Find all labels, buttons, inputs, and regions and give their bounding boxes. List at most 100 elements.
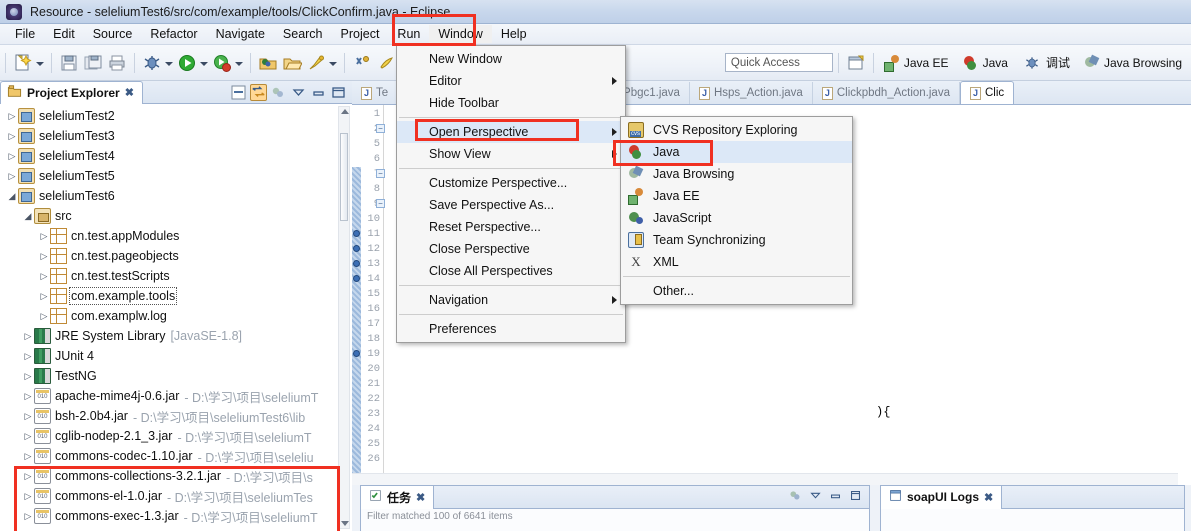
editor-tab[interactable]: Te — [352, 82, 399, 104]
project-tree-scrollbar[interactable] — [338, 106, 350, 529]
new-wizard-icon[interactable] — [13, 53, 33, 73]
breakpoint-marker[interactable] — [353, 350, 360, 357]
perspective-item-java[interactable]: Java — [621, 141, 852, 163]
menu-run[interactable]: Run — [388, 25, 429, 43]
tab-tasks[interactable]: 任务 ✖ — [361, 485, 435, 509]
perspective-item-cvs-repository-exploring[interactable]: CVS Repository Exploring — [621, 119, 852, 141]
tree-item[interactable]: ▷ seleliumTest5 — [0, 166, 352, 186]
breakpoint-marker[interactable] — [353, 230, 360, 237]
project-tree[interactable]: ▷ seleliumTest2 ▷ seleliumTest3 ▷ seleliumTes… — [0, 104, 352, 531]
twisty-icon[interactable]: ▷ — [6, 111, 18, 122]
menu-window[interactable]: Window — [429, 25, 492, 43]
perspective-java[interactable]: Java — [958, 51, 1017, 75]
run-icon[interactable] — [177, 53, 197, 73]
tree-item[interactable]: ▷ com.example.tools — [0, 286, 352, 306]
tree-item[interactable]: ▷ cglib-nodep-2.1_3.jar - D:\学习\项目\seleliu… — [0, 426, 352, 446]
open-perspective-submenu[interactable]: CVS Repository Exploring Java Java Browsin… — [620, 116, 853, 305]
twisty-icon[interactable]: ▷ — [22, 491, 34, 502]
twisty-icon[interactable]: ▷ — [22, 331, 34, 342]
menu-item-editor[interactable]: Editor — [397, 70, 625, 92]
twisty-icon[interactable]: ▷ — [22, 391, 34, 402]
breakpoint-marker[interactable] — [353, 275, 360, 282]
editor-tab[interactable]: Clickpbdh_Action.java — [813, 82, 960, 104]
print-icon[interactable] — [107, 53, 127, 73]
twisty-icon[interactable]: ◢ — [22, 211, 34, 222]
fold-toggle-icon[interactable]: − — [376, 199, 385, 208]
scroll-down-icon[interactable] — [341, 521, 349, 526]
tree-item[interactable]: ▷ commons-collections-3.2.1.jar - D:\学习\项目… — [0, 466, 352, 486]
perspective-java-browsing[interactable]: Java Browsing — [1079, 51, 1191, 75]
maximize-icon[interactable] — [848, 488, 863, 506]
editor-tab-active[interactable]: Clic — [959, 81, 1015, 104]
tree-item[interactable]: ▷ seleliumTest4 — [0, 146, 352, 166]
open-resource-icon[interactable] — [282, 53, 303, 73]
tree-item[interactable]: ▷ bsh-2.0b4.jar - D:\学习\项目\seleliumTest6\l… — [0, 406, 352, 426]
tree-item[interactable]: ▷ cn.test.appModules — [0, 226, 352, 246]
focus-on-active-task-icon[interactable] — [270, 84, 287, 101]
tree-item[interactable]: ▷ apache-mime4j-0.6.jar - D:\学习\项目\seleliu… — [0, 386, 352, 406]
twisty-icon[interactable]: ▷ — [22, 371, 34, 382]
menu-navigate[interactable]: Navigate — [207, 25, 274, 43]
tab-project-explorer[interactable]: Project Explorer ✖ — [0, 80, 143, 104]
run-external-tools-icon[interactable] — [212, 53, 232, 73]
menu-item-show-view[interactable]: Show View — [397, 143, 625, 165]
save-all-icon[interactable] — [83, 53, 103, 73]
debug-dropdown-icon[interactable] — [164, 53, 173, 73]
menu-refactor[interactable]: Refactor — [141, 25, 206, 43]
search-icon[interactable] — [306, 53, 326, 73]
twisty-icon[interactable]: ▷ — [22, 431, 34, 442]
twisty-icon[interactable]: ◢ — [6, 191, 18, 202]
quick-access-input[interactable]: Quick Access — [724, 53, 833, 72]
scroll-up-icon[interactable] — [341, 109, 349, 114]
tree-item[interactable]: ▷ cn.test.testScripts — [0, 266, 352, 286]
tree-item[interactable]: ◢ seleliumTest6 — [0, 186, 352, 206]
menu-item-hide-toolbar[interactable]: Hide Toolbar — [397, 92, 625, 114]
menu-edit[interactable]: Edit — [44, 25, 84, 43]
editor-horizontal-scrollbar[interactable] — [352, 473, 1178, 485]
tree-item[interactable]: ◢ src — [0, 206, 352, 226]
close-icon[interactable]: ✖ — [416, 491, 425, 504]
tree-item[interactable]: ▷ TestNG — [0, 366, 352, 386]
tree-item[interactable]: ▷ JUnit 4 — [0, 346, 352, 366]
menu-item-new-window[interactable]: New Window — [397, 48, 625, 70]
breakpoint-marker[interactable] — [353, 260, 360, 267]
tree-item[interactable]: ▷ commons-exec-1.3.jar - D:\学习\项目\selelium… — [0, 506, 352, 526]
link-with-editor-icon[interactable] — [250, 83, 267, 101]
menu-item-close-all-perspectives[interactable]: Close All Perspectives — [397, 260, 625, 282]
perspective-item-other[interactable]: Other... — [621, 280, 852, 302]
menu-item-close-perspective[interactable]: Close Perspective — [397, 238, 625, 260]
tree-item[interactable]: ▷ cn.test.pageobjects — [0, 246, 352, 266]
last-edit-location-icon[interactable] — [376, 53, 396, 73]
tree-item[interactable]: ▷ commons-el-1.0.jar - D:\学习\项目\seleliumTe… — [0, 486, 352, 506]
twisty-icon[interactable]: ▷ — [22, 451, 34, 462]
save-icon[interactable] — [59, 53, 79, 73]
close-icon[interactable]: ✖ — [125, 86, 134, 99]
minimize-icon[interactable] — [828, 488, 843, 506]
tree-item[interactable]: ▷ com.examplw.log — [0, 306, 352, 326]
tree-item[interactable]: ▷ seleliumTest3 — [0, 126, 352, 146]
menu-project[interactable]: Project — [332, 25, 389, 43]
fold-toggle-icon[interactable]: − — [376, 169, 385, 178]
tree-item[interactable]: ▷ JRE System Library [JavaSE-1.8] — [0, 326, 352, 346]
tab-soapui-logs[interactable]: soapUI Logs ✖ — [881, 485, 1003, 509]
perspective-item-java-ee[interactable]: Java EE — [621, 185, 852, 207]
breakpoint-marker[interactable] — [353, 245, 360, 252]
menu-item-open-perspective[interactable]: Open Perspective — [397, 121, 625, 143]
focus-task-icon[interactable] — [788, 488, 803, 506]
twisty-icon[interactable]: ▷ — [22, 471, 34, 482]
debug-icon[interactable] — [142, 53, 162, 73]
maximize-icon[interactable] — [330, 84, 347, 101]
twisty-icon[interactable]: ▷ — [38, 271, 50, 282]
menu-file[interactable]: File — [6, 25, 44, 43]
tree-item[interactable]: ▷ commons-codec-1.10.jar - D:\学习\项目\seleli… — [0, 446, 352, 466]
search-dropdown-icon[interactable] — [328, 53, 337, 73]
run-dropdown-icon[interactable] — [199, 53, 208, 73]
new-wizard-dropdown-icon[interactable] — [35, 53, 44, 73]
perspective-debug[interactable]: 调试 — [1017, 51, 1079, 75]
scrollbar-thumb[interactable] — [340, 133, 348, 221]
collapse-all-icon[interactable] — [230, 84, 247, 101]
twisty-icon[interactable]: ▷ — [6, 151, 18, 162]
twisty-icon[interactable]: ▷ — [38, 291, 50, 302]
perspective-java-ee[interactable]: Java EE — [879, 51, 958, 75]
menu-search[interactable]: Search — [274, 25, 332, 43]
